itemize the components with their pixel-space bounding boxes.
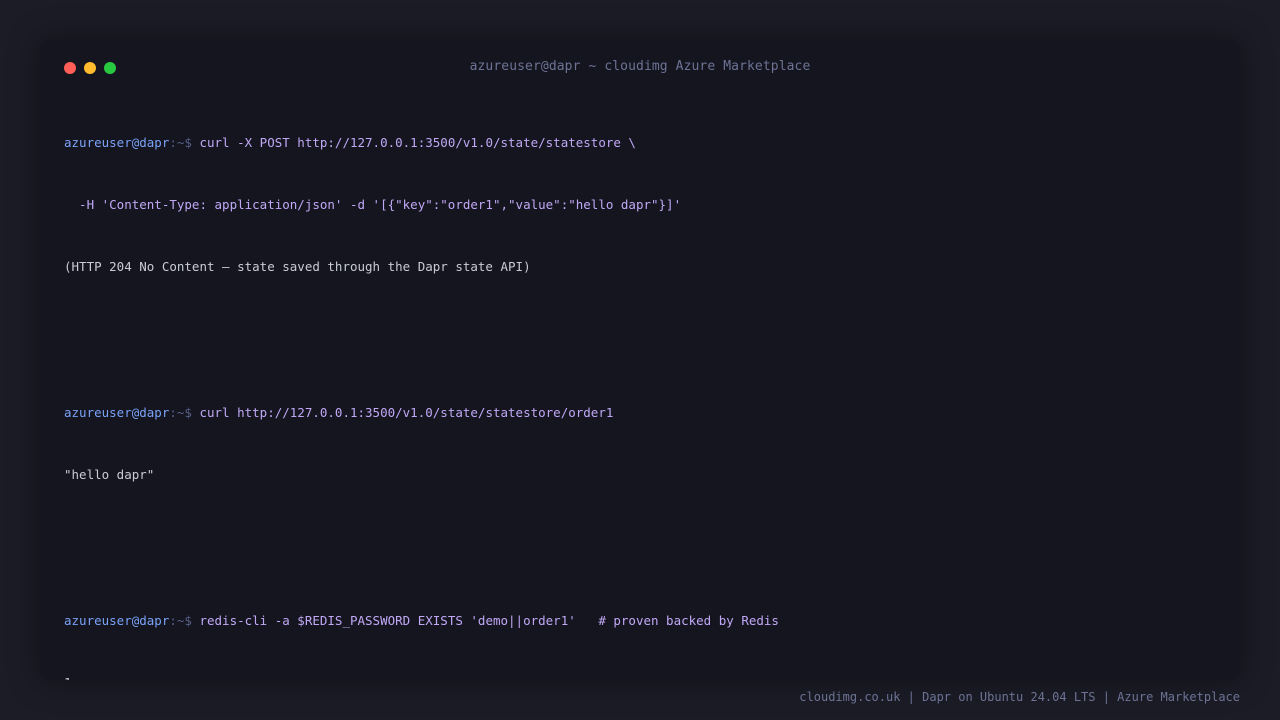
- command-line: azureuser@dapr:~$ redis-cli -a $REDIS_PA…: [64, 611, 1216, 632]
- window-title: azureuser@dapr ~ cloudimg Azure Marketpl…: [469, 59, 811, 74]
- command-text: curl http://127.0.0.1:3500/v1.0/state/st…: [199, 404, 614, 420]
- prompt-path: :~$: [169, 134, 192, 150]
- prompt-user-host: azureuser@dapr: [64, 404, 170, 420]
- title-bar[interactable]: azureuser@dapr ~ cloudimg Azure Marketpl…: [40, 40, 1240, 96]
- command-line: azureuser@dapr:~$ curl -X POST http://12…: [64, 133, 1216, 154]
- terminal-output[interactable]: azureuser@dapr:~$ curl -X POST http://12…: [64, 91, 1216, 680]
- prompt-user-host: azureuser@dapr: [64, 612, 170, 628]
- prompt-path: :~$: [169, 404, 192, 420]
- command-text: redis-cli -a $REDIS_PASSWORD EXISTS 'dem…: [199, 612, 779, 628]
- command-text: curl -X POST http://127.0.0.1:3500/v1.0/…: [199, 134, 636, 150]
- terminal-window[interactable]: azureuser@dapr ~ cloudimg Azure Marketpl…: [40, 40, 1240, 680]
- command-text: -H 'Content-Type: application/json' -d '…: [64, 196, 682, 212]
- output-line: 1: [64, 673, 1216, 680]
- command-continuation: -H 'Content-Type: application/json' -d '…: [64, 195, 1216, 216]
- footer-caption: cloudimg.co.uk | Dapr on Ubuntu 24.04 LT…: [799, 690, 1240, 704]
- output-line: (HTTP 204 No Content — state saved throu…: [64, 259, 531, 275]
- prompt-path: :~$: [169, 612, 192, 628]
- output-line: "hello dapr": [64, 467, 155, 483]
- prompt-user-host: azureuser@dapr: [64, 134, 170, 150]
- command-line: azureuser@dapr:~$ curl http://127.0.0.1:…: [64, 403, 1216, 424]
